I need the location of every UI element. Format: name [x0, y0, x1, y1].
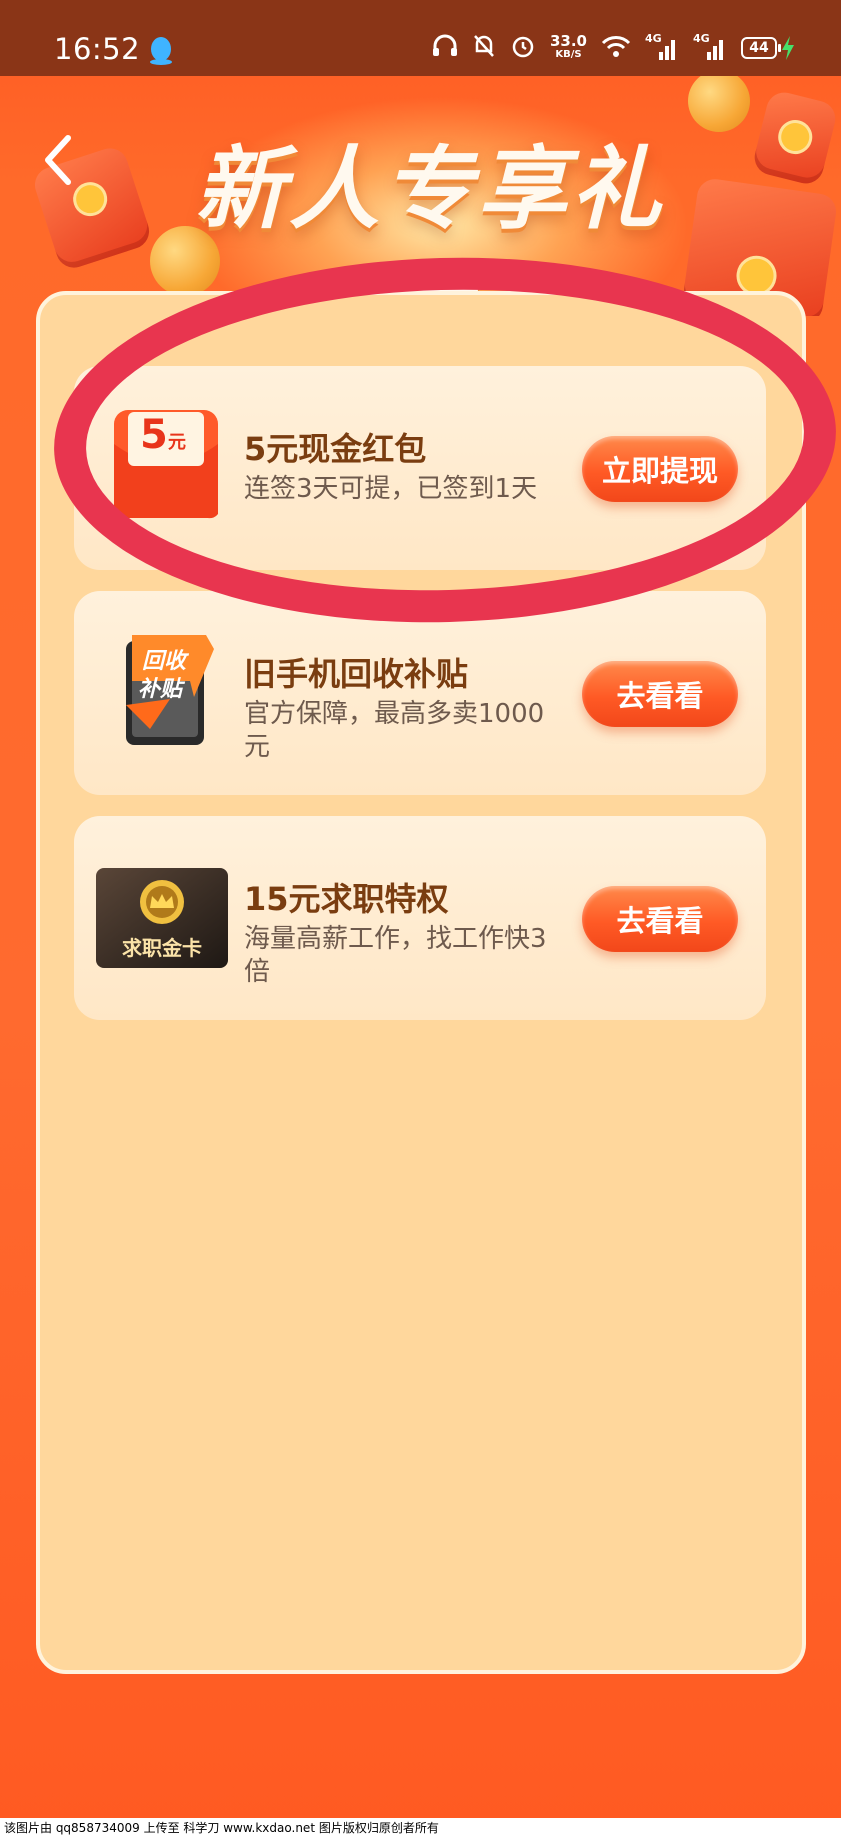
view-phone-recycle-button[interactable]: 去看看 — [582, 661, 738, 727]
mute-bell-icon — [472, 33, 496, 63]
back-arrow-icon[interactable] — [38, 130, 78, 190]
gold-card-label: 求职金卡 — [122, 936, 202, 960]
card-description: 官方保障，最高多卖1000元 — [244, 699, 545, 762]
red-packet-amount: 5 — [140, 412, 168, 458]
card-cash-red-packet[interactable]: 5 元 5元现金红包 连签3天可提，已签到1天 立即提现 — [74, 366, 766, 570]
signal-4g-icon-2: 4G — [693, 32, 727, 62]
alarm-icon — [510, 33, 536, 63]
card-phone-recycle[interactable]: 回收 补贴 旧手机回收补贴 官方保障，最高多卖1000元 去看看 — [74, 591, 766, 795]
withdraw-now-button[interactable]: 立即提现 — [582, 436, 738, 502]
phone-recycle-thumb: 回收 补贴 — [110, 629, 222, 749]
status-bar: 16:52 33.0 KB/S 4G 4G 44 — [0, 0, 841, 76]
battery-icon: 44 — [741, 36, 795, 60]
card-title: 旧手机回收补贴 — [244, 655, 469, 693]
card-description: 海量高薪工作，找工作快3倍 — [244, 924, 547, 987]
card-title: 15元求职特权 — [244, 880, 449, 918]
page-title: 新人专享礼包 — [195, 137, 665, 316]
headset-icon — [432, 34, 458, 62]
signal-4g-icon: 4G — [645, 32, 679, 62]
card-title: 5元现金红包 — [244, 430, 427, 468]
charging-bolt-icon — [782, 36, 794, 60]
net-speed-value: 33.0 — [549, 32, 587, 50]
red-packet-unit: 元 — [168, 432, 186, 453]
net-speed-unit: KB/S — [555, 49, 582, 60]
red-envelope-decoration-right — [750, 88, 840, 188]
red-packet-thumb: 5 元 — [110, 404, 222, 524]
battery-level: 44 — [741, 37, 777, 59]
card-job-privilege[interactable]: 求职金卡 15元求职特权 海量高薪工作，找工作快3倍 去看看 — [74, 816, 766, 1020]
net-speed: 33.0 KB/S — [549, 32, 587, 61]
watermark-text: 该图片由 qq858734009 上传至 科学刀 www.kxdao.net 图… — [0, 1818, 841, 1839]
recycle-label-2: 补贴 — [138, 677, 183, 702]
coin-decoration-top — [688, 76, 750, 132]
status-time: 16:52 — [54, 32, 141, 66]
card-description: 连签3天可提，已签到1天 — [244, 474, 538, 504]
qq-penguin-icon — [148, 36, 174, 70]
header-banner: 新人专享礼包 — [0, 76, 841, 316]
job-gold-card-thumb: 求职金卡 — [94, 866, 230, 970]
wifi-icon — [601, 34, 631, 62]
view-job-privilege-button[interactable]: 去看看 — [582, 886, 738, 952]
